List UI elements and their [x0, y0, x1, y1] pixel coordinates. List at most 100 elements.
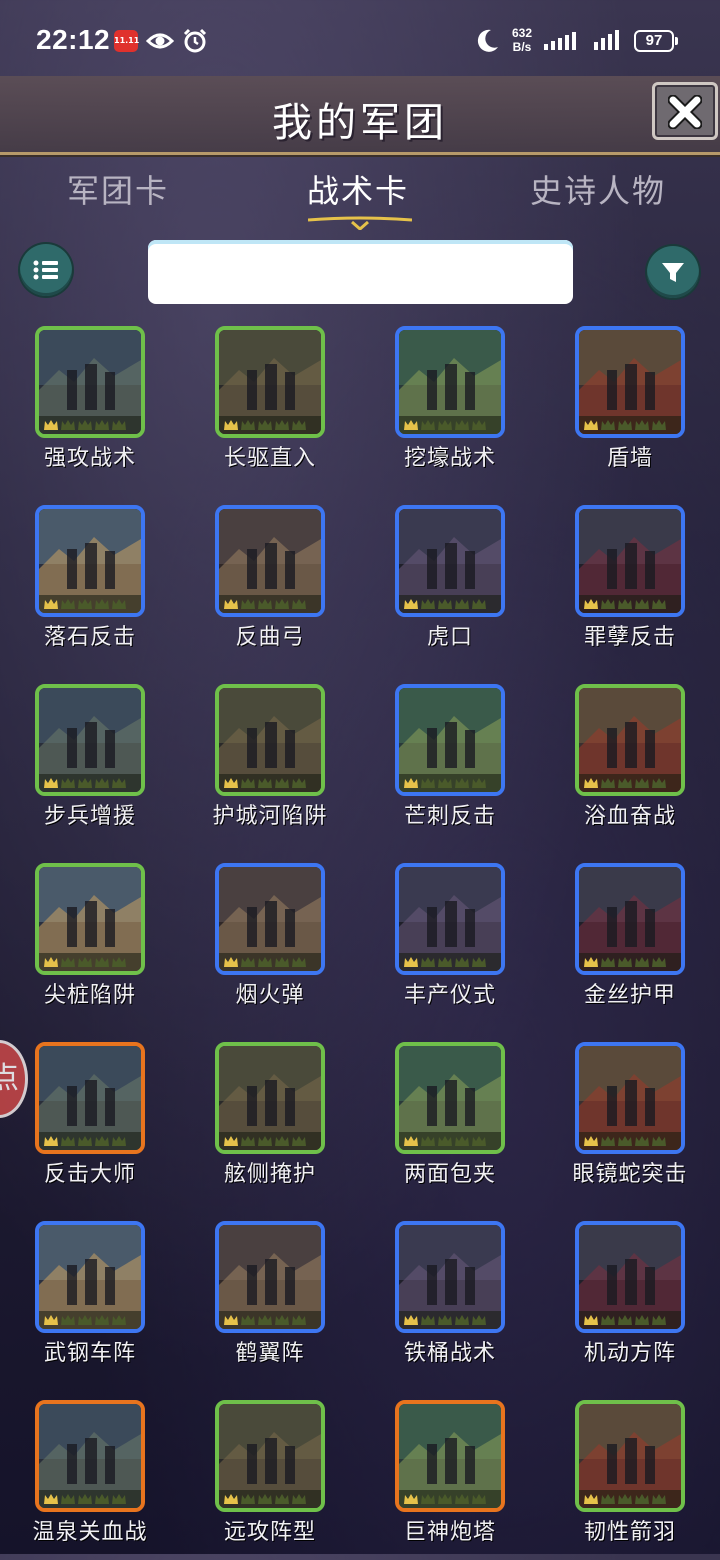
crown-rating	[579, 1490, 681, 1508]
crown-icon	[438, 420, 452, 430]
crown-icon	[258, 957, 272, 967]
crown-rating	[579, 774, 681, 792]
tactic-card[interactable]: 巨神炮塔	[380, 1400, 520, 1560]
crown-icon	[241, 599, 255, 609]
tactic-card[interactable]: 舷侧掩护	[200, 1042, 340, 1202]
card-name: 芒刺反击	[403, 804, 496, 829]
tab-legion-cards[interactable]: 军团卡	[18, 166, 218, 212]
crown-icon	[258, 599, 272, 609]
list-view-button[interactable]	[20, 244, 72, 296]
alarm-icon	[183, 28, 207, 53]
crown-icon	[601, 1494, 615, 1504]
search-input[interactable]	[148, 240, 573, 304]
card-frame	[395, 1221, 505, 1333]
tactic-card[interactable]: 尖桩陷阱	[20, 863, 160, 1023]
crown-icon	[224, 1494, 238, 1504]
tab-epic-characters[interactable]: 史诗人物	[498, 166, 698, 212]
crown-rating	[579, 1132, 681, 1150]
crown-icon	[438, 1494, 452, 1504]
tactic-card[interactable]: 挖壕战术	[380, 326, 520, 486]
crown-icon	[241, 957, 255, 967]
card-frame	[575, 505, 685, 617]
tactic-card[interactable]: 护城河陷阱	[200, 684, 340, 844]
crown-icon	[44, 778, 58, 788]
crown-icon	[275, 1136, 289, 1146]
tactic-card[interactable]: 丰产仪式	[380, 863, 520, 1023]
card-name: 丰产仪式	[403, 983, 496, 1008]
card-frame	[395, 326, 505, 438]
crown-icon	[601, 778, 615, 788]
filter-icon	[662, 263, 684, 282]
tactic-card[interactable]: 虎口	[380, 505, 520, 665]
filter-button[interactable]	[647, 246, 699, 298]
card-name: 挖壕战术	[403, 446, 496, 471]
card-name: 长驱直入	[223, 446, 316, 471]
crown-icon	[584, 1136, 598, 1146]
tactic-card[interactable]: 武钢车阵	[20, 1221, 160, 1381]
crown-icon	[652, 957, 666, 967]
tactic-card[interactable]: 浴血奋战	[560, 684, 700, 844]
crown-rating	[399, 953, 501, 971]
crown-icon	[275, 599, 289, 609]
tactic-card[interactable]: 机动方阵	[560, 1221, 700, 1381]
crown-icon	[292, 1136, 306, 1146]
crown-rating	[579, 1311, 681, 1329]
tactic-card[interactable]: 反击大师	[20, 1042, 160, 1202]
tactic-card[interactable]: 芒刺反击	[380, 684, 520, 844]
crown-icon	[95, 420, 109, 430]
crown-icon	[112, 599, 126, 609]
card-frame	[215, 1400, 325, 1512]
crown-icon	[601, 1315, 615, 1325]
shopping-badge-icon: 11.11	[114, 30, 139, 52]
card-name: 罪孽反击	[583, 625, 676, 650]
tactic-card[interactable]: 反曲弓	[200, 505, 340, 665]
tactic-card[interactable]: 烟火弹	[200, 863, 340, 1023]
tactic-card[interactable]: 落石反击	[20, 505, 160, 665]
tactic-card[interactable]: 长驱直入	[200, 326, 340, 486]
crown-icon	[44, 1494, 58, 1504]
tactic-card[interactable]: 步兵增援	[20, 684, 160, 844]
crown-icon	[421, 1494, 435, 1504]
crown-icon	[95, 599, 109, 609]
card-name: 盾墙	[606, 446, 653, 471]
crown-icon	[618, 420, 632, 430]
tactic-card[interactable]: 远攻阵型	[200, 1400, 340, 1560]
crown-icon	[78, 1315, 92, 1325]
tactic-card[interactable]: 鹤翼阵	[200, 1221, 340, 1381]
crown-icon	[404, 420, 418, 430]
crown-icon	[404, 1494, 418, 1504]
tactic-card[interactable]: 强攻战术	[20, 326, 160, 486]
tactic-card[interactable]: 金丝护甲	[560, 863, 700, 1023]
crown-icon	[438, 599, 452, 609]
tactic-card[interactable]: 两面包夹	[380, 1042, 520, 1202]
crown-icon	[44, 599, 58, 609]
card-frame	[395, 684, 505, 796]
crown-icon	[78, 957, 92, 967]
tactic-card[interactable]: 韧性箭羽	[560, 1400, 700, 1560]
card-frame	[395, 505, 505, 617]
tactic-card[interactable]: 眼镜蛇突击	[560, 1042, 700, 1202]
crown-icon	[112, 1494, 126, 1504]
tactic-card[interactable]: 温泉关血战	[20, 1400, 160, 1560]
crown-icon	[61, 599, 75, 609]
crown-icon	[61, 1136, 75, 1146]
card-name: 眼镜蛇突击	[572, 1162, 688, 1187]
tab-tactic-cards[interactable]: 战术卡	[258, 166, 458, 212]
crown-icon	[601, 1136, 615, 1146]
crown-rating	[219, 953, 321, 971]
moon-icon	[477, 29, 498, 52]
tactic-card[interactable]: 铁桶战术	[380, 1221, 520, 1381]
tactic-card[interactable]: 罪孽反击	[560, 505, 700, 665]
crown-icon	[61, 1494, 75, 1504]
page-title: 我的军团	[272, 100, 448, 146]
crown-rating	[39, 774, 141, 792]
crown-icon	[78, 1136, 92, 1146]
crown-icon	[275, 1315, 289, 1325]
crown-icon	[95, 1494, 109, 1504]
tactic-card[interactable]: 盾墙	[560, 326, 700, 486]
crown-icon	[112, 1136, 126, 1146]
close-button[interactable]	[652, 82, 718, 140]
crown-rating	[579, 595, 681, 613]
card-name: 浴血奋战	[583, 804, 676, 829]
crown-icon	[292, 420, 306, 430]
